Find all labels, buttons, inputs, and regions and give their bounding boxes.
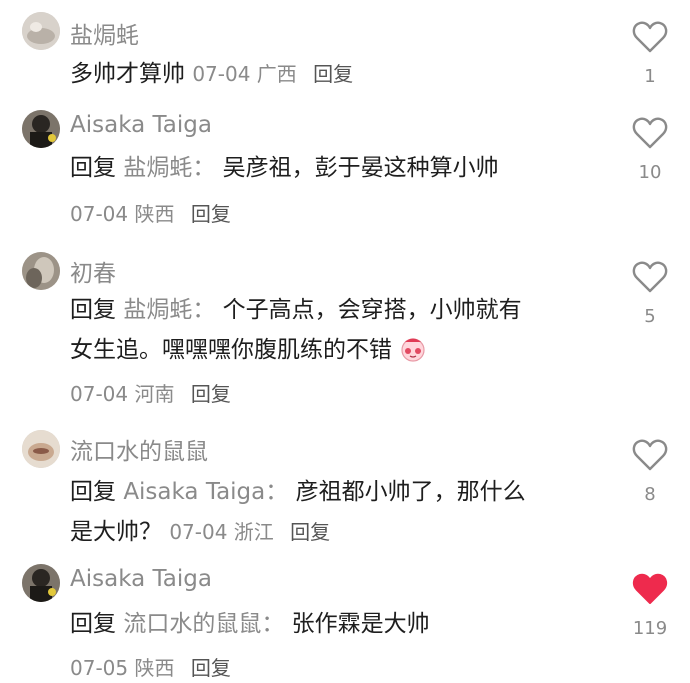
like-button[interactable]: 119 bbox=[628, 572, 672, 639]
heart-outline-icon bbox=[632, 117, 668, 149]
comment-body: 张作霖是大帅 bbox=[291, 611, 430, 637]
blush-face-icon bbox=[399, 335, 427, 362]
comment-location: 浙江 bbox=[233, 520, 274, 544]
avatar[interactable] bbox=[22, 110, 60, 148]
comment-body-line2: 是大帅？ bbox=[70, 519, 162, 545]
like-count: 119 bbox=[632, 618, 668, 639]
username[interactable]: 盐焗蚝 bbox=[70, 16, 139, 50]
reply-prefix: 回复 bbox=[70, 611, 116, 637]
reply-prefix: 回复 bbox=[70, 479, 116, 505]
heart-filled-icon bbox=[632, 573, 668, 604]
comment-date: 07-04 bbox=[70, 202, 129, 226]
comment-date: 07-04 bbox=[169, 520, 228, 544]
comment-location: 陕西 bbox=[134, 202, 175, 226]
reply-prefix: 回复 bbox=[70, 297, 116, 323]
reply-target-username[interactable]: 盐焗蚝： bbox=[123, 155, 215, 181]
reply-target-username[interactable]: 盐焗蚝： bbox=[123, 297, 215, 323]
comment-meta: 07-04 河南 回复 bbox=[70, 378, 231, 407]
comment-item: Aisaka Taiga 回复 流口水的鼠鼠： 张作霖是大帅 07-05 陕西 … bbox=[0, 560, 690, 683]
reply-button[interactable]: 回复 bbox=[191, 202, 231, 226]
reply-button[interactable]: 回复 bbox=[290, 520, 330, 544]
heart-outline-icon bbox=[632, 261, 668, 293]
like-count: 8 bbox=[644, 484, 656, 505]
comment-meta: 07-05 陕西 回复 bbox=[70, 652, 231, 681]
reply-button[interactable]: 回复 bbox=[191, 382, 231, 406]
comment-text: 回复 盐焗蚝： 吴彦祖，彭于晏这种算小帅 bbox=[70, 148, 615, 188]
comment-meta: 07-04 浙江 回复 bbox=[169, 520, 330, 544]
like-count: 1 bbox=[644, 66, 656, 87]
like-button[interactable]: 5 bbox=[628, 260, 672, 327]
username[interactable]: 初春 bbox=[70, 254, 116, 288]
like-button[interactable]: 8 bbox=[628, 438, 672, 505]
avatar[interactable] bbox=[22, 564, 60, 602]
comment-date: 07-04 bbox=[70, 382, 129, 406]
username[interactable]: Aisaka Taiga bbox=[70, 112, 212, 138]
heart-outline-icon bbox=[632, 21, 668, 53]
comment-body: 彦祖都小帅了，那什么 bbox=[295, 479, 526, 505]
reply-target-username[interactable]: 流口水的鼠鼠： bbox=[123, 611, 284, 637]
reply-button[interactable]: 回复 bbox=[313, 62, 353, 86]
comment-location: 广西 bbox=[256, 62, 297, 86]
comment-text: 回复 Aisaka Taiga： 彦祖都小帅了，那什么 是大帅？ 07-04 浙… bbox=[70, 472, 615, 552]
reply-prefix: 回复 bbox=[70, 155, 116, 181]
comment-item: Aisaka Taiga 回复 盐焗蚝： 吴彦祖，彭于晏这种算小帅 07-04 … bbox=[0, 104, 690, 234]
comment-meta: 07-04 广西 回复 bbox=[192, 62, 353, 86]
heart-outline-icon bbox=[632, 439, 668, 471]
like-button[interactable]: 1 bbox=[628, 20, 672, 87]
comment-item: 盐焗蚝 多帅才算帅 07-04 广西 回复 1 bbox=[0, 0, 690, 100]
comment-text: 回复 盐焗蚝： 个子高点，会穿搭，小帅就有 女生追。嘿嘿嘿你腹肌练的不错 bbox=[70, 290, 615, 370]
like-count: 10 bbox=[638, 162, 662, 183]
comment-date: 07-05 bbox=[70, 656, 129, 680]
comment-date: 07-04 bbox=[192, 62, 251, 86]
avatar[interactable] bbox=[22, 252, 60, 290]
comment-meta: 07-04 陕西 回复 bbox=[70, 198, 231, 227]
comment-body: 吴彦祖，彭于晏这种算小帅 bbox=[222, 155, 499, 181]
comment-item: 初春 回复 盐焗蚝： 个子高点，会穿搭，小帅就有 女生追。嘿嘿嘿你腹肌练的不错 … bbox=[0, 248, 690, 418]
reply-target-username[interactable]: Aisaka Taiga： bbox=[123, 479, 288, 505]
reply-button[interactable]: 回复 bbox=[191, 656, 231, 680]
like-button[interactable]: 10 bbox=[628, 116, 672, 183]
comment-body-line2: 女生追。嘿嘿嘿你腹肌练的不错 bbox=[70, 337, 392, 363]
username[interactable]: 流口水的鼠鼠 bbox=[70, 432, 208, 466]
comment-text: 回复 流口水的鼠鼠： 张作霖是大帅 bbox=[70, 604, 615, 644]
comment-text: 多帅才算帅 07-04 广西 回复 bbox=[70, 54, 615, 94]
comment-body: 个子高点，会穿搭，小帅就有 bbox=[222, 297, 522, 323]
like-count: 5 bbox=[644, 306, 656, 327]
comment-location: 陕西 bbox=[134, 656, 175, 680]
comment-location: 河南 bbox=[134, 382, 175, 406]
comment-item: 流口水的鼠鼠 回复 Aisaka Taiga： 彦祖都小帅了，那什么 是大帅？ … bbox=[0, 426, 690, 566]
avatar[interactable] bbox=[22, 430, 60, 468]
comment-body: 多帅才算帅 bbox=[70, 61, 185, 87]
username[interactable]: Aisaka Taiga bbox=[70, 566, 212, 592]
avatar[interactable] bbox=[22, 12, 60, 50]
